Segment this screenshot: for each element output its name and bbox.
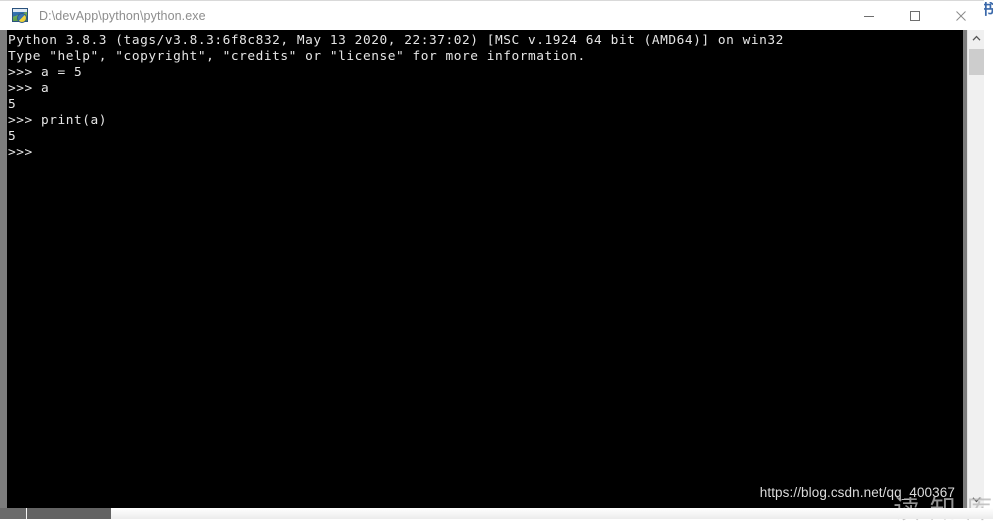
scroll-left-button[interactable] <box>0 508 26 519</box>
console-client-area[interactable]: Python 3.8.3 (tags/v3.8.3:6f8c832, May 1… <box>0 30 984 508</box>
minimize-button[interactable] <box>846 1 892 31</box>
window-title: D:\devApp\python\python.exe <box>39 8 206 23</box>
close-button[interactable] <box>938 1 984 31</box>
maximize-icon <box>910 11 920 21</box>
page-horizontal-scrollbar[interactable] <box>0 508 993 519</box>
title-bar[interactable]: D:\devApp\python\python.exe <box>0 0 984 31</box>
console-left-border <box>0 30 7 508</box>
python-console-window: D:\devApp\python\python.exe Python 3.8.3… <box>0 0 984 519</box>
scroll-up-button[interactable] <box>968 30 984 47</box>
console-output-text: Python 3.8.3 (tags/v3.8.3:6f8c832, May 1… <box>8 33 784 160</box>
maximize-button[interactable] <box>892 1 938 31</box>
desktop-background: 书 D:\devApp\python\python.exe Python 3.8… <box>0 0 993 523</box>
horizontal-scrollbar-thumb[interactable] <box>27 508 111 519</box>
console-vertical-scrollbar[interactable] <box>967 30 984 508</box>
vertical-scrollbar-thumb[interactable] <box>969 49 984 75</box>
close-icon <box>956 11 966 21</box>
python-console-icon <box>12 7 30 25</box>
window-controls <box>846 1 984 31</box>
minimize-icon <box>864 16 874 17</box>
chevron-up-icon <box>972 35 980 41</box>
horizontal-scrollbar-track[interactable] <box>111 508 993 519</box>
console-output-surface[interactable]: Python 3.8.3 (tags/v3.8.3:6f8c832, May 1… <box>7 30 963 508</box>
